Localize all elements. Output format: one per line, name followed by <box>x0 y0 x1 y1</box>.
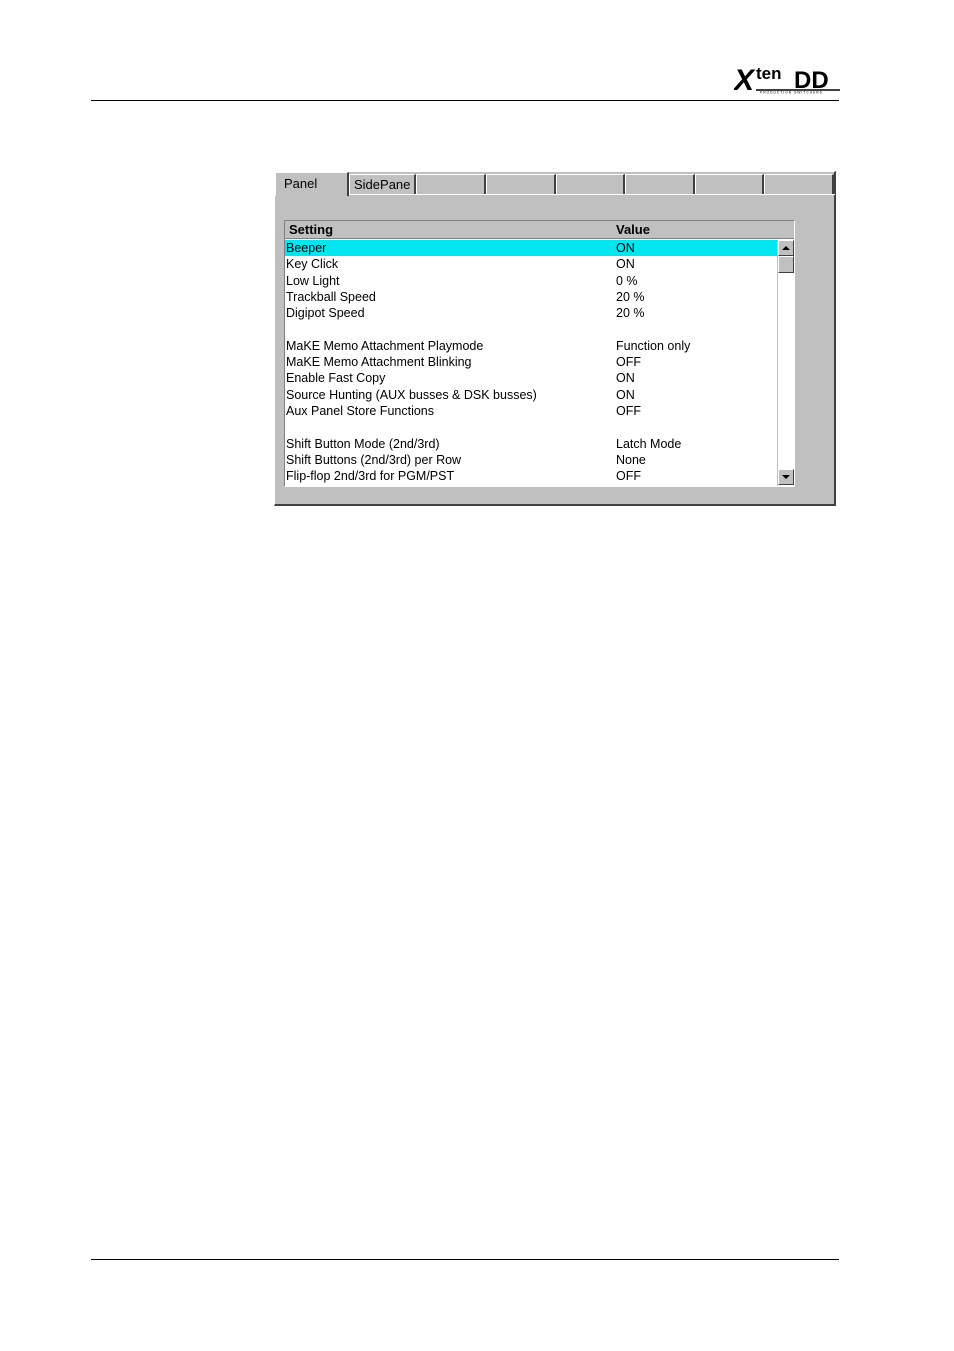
row-value: ON <box>616 241 635 255</box>
svg-text:X: X <box>734 64 756 94</box>
list-row[interactable]: Low Light 0 % <box>285 273 777 289</box>
list-row[interactable] <box>285 321 777 337</box>
row-setting: Enable Fast Copy <box>286 371 386 386</box>
row-setting: Aux Panel Store Functions <box>286 403 434 418</box>
row-value: OFF <box>616 469 641 484</box>
column-header-setting[interactable]: Setting <box>289 221 333 239</box>
row-setting: Low Light <box>286 273 340 288</box>
row-value: 20 % <box>616 289 645 304</box>
tab-sidepane[interactable]: SidePane <box>349 174 416 194</box>
scroll-thumb[interactable] <box>778 256 794 273</box>
list-row[interactable]: Enable Fast Copy ON <box>285 370 777 386</box>
xten-dd-logo: X ten DD PRODUCTION SWITCHERS <box>734 62 840 94</box>
list-row[interactable]: Aux Panel Store Functions OFF <box>285 403 777 419</box>
row-setting: MaKE Memo Attachment Playmode <box>286 338 484 353</box>
row-value: ON <box>616 257 635 272</box>
list-header: Setting Value <box>285 221 794 239</box>
tab-empty-8[interactable] <box>764 174 834 194</box>
list-row[interactable]: Source Hunting (AUX busses & DSK busses)… <box>285 387 777 403</box>
row-setting: Shift Buttons (2nd/3rd) per Row <box>286 452 462 467</box>
row-setting: Beeper <box>286 241 327 255</box>
tab-empty-6[interactable] <box>625 174 695 194</box>
tab-empty-3[interactable] <box>416 174 486 194</box>
arrow-down-icon <box>782 475 790 479</box>
tab-empty-5[interactable] <box>556 174 625 194</box>
row-setting: Trackball Speed <box>286 289 376 304</box>
row-value: 20 % <box>616 306 645 321</box>
row-value: ON <box>616 371 635 386</box>
list-rows: Beeper ON Key Click ON Low Light 0 % Trackball… <box>285 240 777 486</box>
settings-dialog: Panel SidePane Setting Value Beeper ON Key… <box>274 171 836 506</box>
row-value: None <box>616 452 646 467</box>
header-rule <box>91 100 839 101</box>
list-row[interactable]: MaKE Memo Attachment Blinking OFF <box>285 354 777 370</box>
tab-empty-7[interactable] <box>695 174 764 194</box>
list-row[interactable] <box>285 419 777 435</box>
row-setting: Source Hunting (AUX busses & DSK busses) <box>286 387 537 402</box>
scroll-down-button[interactable] <box>778 469 794 485</box>
settings-list[interactable]: Setting Value Beeper ON Key Click ON Low Lig… <box>284 220 795 487</box>
arrow-up-icon <box>782 246 790 250</box>
vertical-scrollbar[interactable] <box>777 240 794 486</box>
row-setting: MaKE Memo Attachment Blinking <box>286 355 472 370</box>
row-setting: Key Click <box>286 257 339 272</box>
row-setting: Flip-flop 2nd/3rd for PGM/PST <box>286 469 455 484</box>
list-row[interactable]: Trackball Speed 20 % <box>285 289 777 305</box>
scroll-up-button[interactable] <box>778 240 794 256</box>
list-row[interactable]: Shift Buttons (2nd/3rd) per Row None <box>285 452 777 468</box>
row-value: Latch Mode <box>616 436 682 451</box>
row-value: Function only <box>616 338 691 353</box>
list-row[interactable]: Key Click ON <box>285 256 777 272</box>
row-setting: Digipot Speed <box>286 306 365 321</box>
tab-strip: Panel SidePane <box>275 172 835 196</box>
tab-panel[interactable]: Panel <box>275 172 349 196</box>
row-value: OFF <box>616 403 641 418</box>
row-value: ON <box>616 387 635 402</box>
list-row[interactable]: Shift Button Mode (2nd/3rd) Latch Mode <box>285 436 777 452</box>
footer-rule <box>91 1259 839 1260</box>
list-row[interactable]: Beeper ON <box>285 240 777 257</box>
svg-text:ten: ten <box>756 64 782 83</box>
list-row[interactable]: Flip-flop 2nd/3rd for PGM/PST OFF <box>285 468 777 484</box>
list-row[interactable]: Digipot Speed 20 % <box>285 305 777 321</box>
column-header-value[interactable]: Value <box>616 221 650 239</box>
list-row[interactable]: MaKE Memo Attachment Playmode Function on… <box>285 338 777 354</box>
tab-divider <box>348 194 835 195</box>
svg-text:PRODUCTION SWITCHERS: PRODUCTION SWITCHERS <box>760 91 823 95</box>
row-value: 0 % <box>616 273 638 288</box>
tab-empty-4[interactable] <box>486 174 556 194</box>
row-setting: Shift Button Mode (2nd/3rd) <box>286 436 440 451</box>
row-value: OFF <box>616 355 641 370</box>
